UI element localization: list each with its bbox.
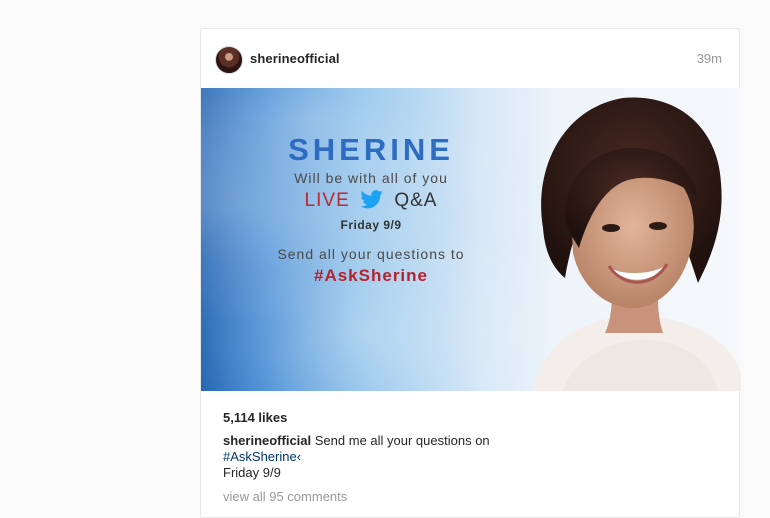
- twitter-bird-icon: [360, 190, 383, 209]
- promo-line1: Will be with all of you: [294, 170, 448, 186]
- caption: sherineofficial Send me all your questio…: [223, 433, 723, 481]
- post-header: sherineofficial 39m: [201, 29, 739, 89]
- post-image[interactable]: SHERINE Will be with all of you LIVE Q&A…: [201, 88, 741, 391]
- post-card: sherineofficial 39m SHERINE Will be with…: [200, 28, 741, 518]
- post-timestamp[interactable]: 39m: [697, 51, 722, 66]
- promo-headline: SHERINE: [288, 132, 454, 167]
- post-username[interactable]: sherineofficial: [250, 51, 340, 66]
- promo-qa: Q&A: [394, 190, 438, 211]
- avatar[interactable]: [215, 46, 243, 74]
- caption-username[interactable]: sherineofficial: [223, 433, 311, 448]
- view-comments-link[interactable]: view all 95 comments: [223, 489, 723, 504]
- promo-send-line: Send all your questions to: [277, 246, 465, 262]
- promo-hashtag: #AskSherine: [314, 266, 428, 285]
- promo-live: LIVE: [304, 190, 350, 211]
- promo-text: SHERINE Will be with all of you LIVE Q&A…: [221, 132, 521, 286]
- caption-date: Friday 9/9: [223, 465, 281, 480]
- likes-count[interactable]: 5,114 likes: [223, 410, 723, 425]
- promo-live-line: LIVE Q&A: [221, 190, 521, 212]
- portrait-photo: [533, 97, 741, 391]
- promo-date: Friday 9/9: [340, 218, 402, 232]
- post-footer: 5,114 likes sherineofficial Send me all …: [223, 410, 723, 504]
- caption-text: Send me all your questions on: [314, 433, 490, 448]
- caption-hashtag-link[interactable]: #AskSherine‹: [223, 449, 301, 464]
